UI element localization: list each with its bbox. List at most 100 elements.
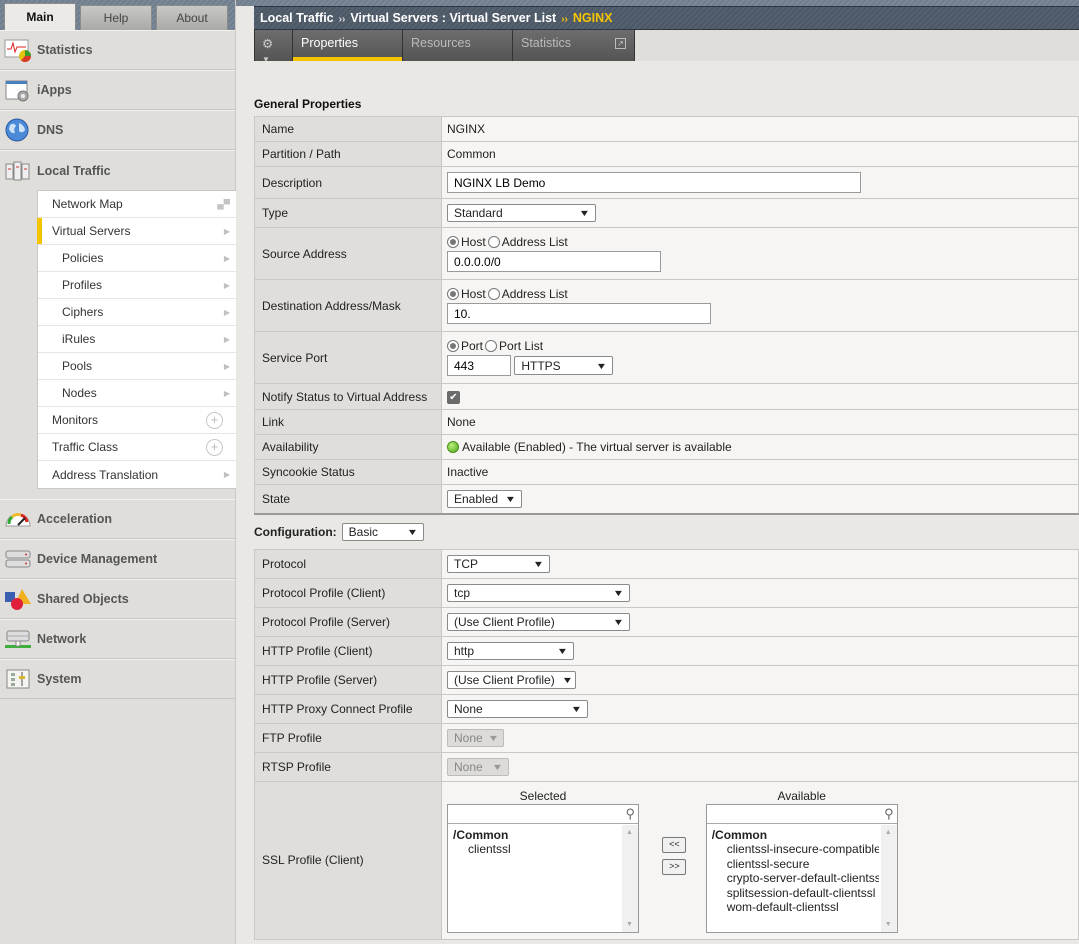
subnav-policies[interactable]: Policies ▶	[38, 245, 236, 272]
subnav-monitors[interactable]: Monitors +	[38, 407, 236, 434]
list-item[interactable]: wom-default-clientssl	[712, 900, 879, 915]
notify-status-checkbox[interactable]: ✔	[447, 391, 460, 404]
type-select[interactable]: Standard ▼	[447, 204, 596, 222]
ssl-selected-items: /Common clientssl	[448, 824, 638, 861]
protocol-select[interactable]: TCP ▼	[447, 554, 550, 573]
sidebar-item-system[interactable]: System	[0, 659, 235, 699]
scroll-down-icon[interactable]: ▼	[626, 921, 633, 928]
add-plus-icon[interactable]: +	[206, 411, 223, 429]
chevron-down-icon: ▼	[406, 526, 418, 537]
state-select[interactable]: Enabled ▼	[447, 489, 522, 508]
move-left-button[interactable]: <<	[662, 836, 687, 853]
subnav-address-translation[interactable]: Address Translation ▶	[38, 461, 236, 488]
gear-menu-button[interactable]: ⚙ ▼	[254, 30, 293, 64]
scroll-up-icon[interactable]: ▲	[885, 829, 892, 836]
chevron-down-icon: ▼	[612, 587, 625, 598]
protocol-profile-server-label: Protocol Profile (Server)	[254, 606, 442, 637]
source-host-radio[interactable]	[447, 236, 459, 248]
subnav-label: Address Translation	[52, 467, 159, 482]
sidebar-item-device-management[interactable]: Device Management	[0, 539, 235, 579]
sidebar-item-iapps[interactable]: iApps	[0, 70, 235, 110]
list-item[interactable]: splitsession-default-clientssl	[712, 886, 879, 901]
sidebar-item-network[interactable]: Network	[0, 619, 235, 659]
protocol-profile-server-select[interactable]: (Use Client Profile) ▼	[447, 612, 630, 631]
destination-host-radio[interactable]	[447, 288, 459, 300]
protocol-profile-client-select[interactable]: tcp ▼	[447, 583, 630, 602]
scroll-up-icon[interactable]: ▲	[626, 829, 633, 836]
search-icon: ⚲	[884, 805, 894, 821]
ssl-available-listbox[interactable]: ⚲ /Common clientssl-insecure-compatible …	[705, 803, 898, 933]
service-port-input[interactable]	[447, 355, 511, 376]
description-input[interactable]	[447, 172, 861, 193]
subnav-virtual-servers[interactable]: Virtual Servers ▶	[37, 218, 236, 245]
http-profile-client-select[interactable]: http ▼	[447, 641, 574, 660]
chevron-down-icon: ▼	[596, 360, 608, 371]
http-profile-server-select[interactable]: (Use Client Profile) ▼	[447, 670, 576, 689]
configuration-table: Protocol TCP ▼ Protocol Profile (Client) …	[254, 548, 1079, 940]
ssl-available-search[interactable]: ⚲	[706, 805, 897, 824]
subnav-pools[interactable]: Pools ▶	[38, 353, 236, 380]
subnav-label: Profiles	[62, 278, 103, 292]
scrollbar[interactable]: ▲ ▼	[622, 824, 638, 932]
sidebar-item-acceleration[interactable]: Acceleration	[0, 499, 235, 539]
tab-main[interactable]: Main	[4, 3, 76, 30]
general-properties-table: Name NGINX Partition / Path Common Descr…	[254, 116, 1079, 515]
http-proxy-connect-select[interactable]: None ▼	[447, 699, 588, 718]
tab-resources[interactable]: Resources	[403, 30, 513, 61]
name-label: Name	[254, 116, 442, 142]
gear-icon: ⚙	[262, 37, 274, 51]
tab-about[interactable]: About	[156, 5, 228, 30]
list-item[interactable]: crypto-server-default-clientssl	[712, 871, 879, 886]
configuration-mode-select[interactable]: Basic ▼	[341, 522, 424, 541]
sidebar-item-shared-objects[interactable]: Shared Objects	[0, 579, 235, 619]
subnav-irules[interactable]: iRules ▶	[38, 326, 236, 353]
destination-address-list-radio[interactable]	[487, 288, 500, 300]
select-value: None	[454, 701, 483, 716]
add-plus-icon[interactable]: +	[206, 438, 223, 456]
breadcrumb-separator: ››	[561, 14, 568, 25]
row-rtsp-profile: RTSP Profile None ▼	[254, 751, 1079, 782]
source-address-input[interactable]	[447, 251, 661, 272]
service-port-label: Service Port	[254, 331, 442, 384]
subnav-label: Policies	[62, 251, 104, 265]
port-list-radio[interactable]	[485, 340, 498, 352]
list-item[interactable]: clientssl-secure	[712, 857, 879, 872]
breadcrumb-virtual-server-list[interactable]: Virtual Servers : Virtual Server List	[350, 11, 556, 25]
subnav-nodes[interactable]: Nodes ▶	[38, 380, 236, 407]
list-item[interactable]: clientssl-insecure-compatible	[712, 842, 879, 857]
radio-label: Address List	[501, 287, 568, 301]
list-group: /Common	[711, 827, 768, 842]
subnav-traffic-class[interactable]: Traffic Class +	[38, 434, 236, 461]
shared-objects-icon	[4, 585, 32, 613]
caret-down-icon: ▼	[262, 55, 270, 64]
service-port-select[interactable]: HTTPS ▼	[514, 356, 614, 375]
list-item[interactable]: clientssl	[453, 842, 633, 857]
http-profile-server-label: HTTP Profile (Server)	[254, 664, 442, 695]
ssl-selected-listbox[interactable]: ⚲ /Common clientssl ▲ ▼	[447, 803, 639, 933]
partition-value: Common	[441, 141, 1079, 167]
source-address-list-radio[interactable]	[487, 236, 500, 248]
breadcrumb-local-traffic[interactable]: Local Traffic	[260, 11, 334, 25]
select-value: None	[454, 759, 483, 774]
tab-statistics[interactable]: Statistics ↗	[513, 30, 635, 61]
tab-properties[interactable]: Properties	[293, 30, 403, 61]
sidebar-item-dns[interactable]: DNS	[0, 110, 235, 150]
sidebar-item-label: Shared Objects	[37, 592, 129, 606]
scrollbar[interactable]: ▲ ▼	[880, 824, 897, 932]
row-http-profile-client: HTTP Profile (Client) http ▼	[254, 635, 1079, 666]
search-icon: ⚲	[625, 805, 635, 821]
external-link-icon[interactable]: ↗	[615, 38, 626, 49]
ssl-selected-search[interactable]: ⚲	[448, 805, 638, 824]
scroll-down-icon[interactable]: ▼	[885, 921, 892, 928]
sidebar-item-local-traffic[interactable]: Local Traffic	[0, 150, 235, 190]
tab-help[interactable]: Help	[80, 5, 152, 30]
sidebar-item-statistics[interactable]: Statistics	[0, 30, 235, 70]
destination-address-input[interactable]	[447, 303, 711, 324]
subnav-profiles[interactable]: Profiles ▶	[38, 272, 236, 299]
chevron-down-icon: ▼	[491, 761, 504, 772]
port-radio[interactable]	[447, 340, 459, 352]
subnav-network-map[interactable]: Network Map ▄▀	[38, 191, 236, 218]
move-right-button[interactable]: >>	[662, 858, 687, 875]
row-http-proxy-connect: HTTP Proxy Connect Profile None ▼	[254, 693, 1079, 724]
subnav-ciphers[interactable]: Ciphers ▶	[38, 299, 236, 326]
